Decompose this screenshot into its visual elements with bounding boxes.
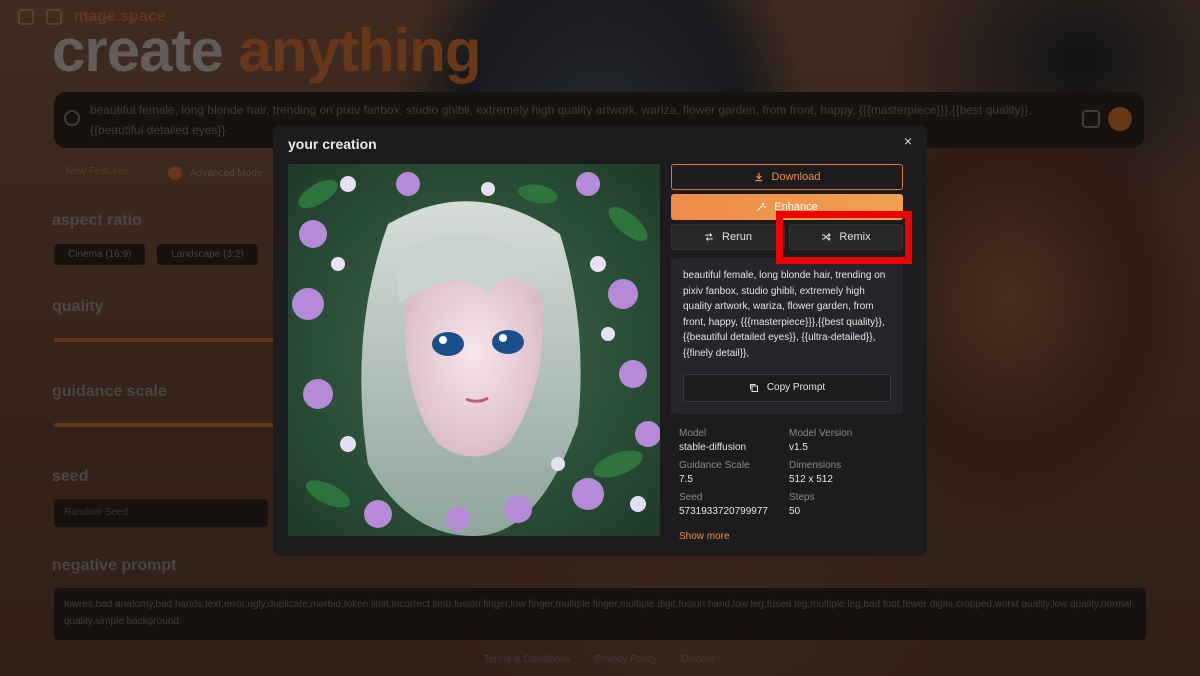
remix-button[interactable]: Remix: [789, 224, 903, 250]
download-label: Download: [771, 171, 821, 183]
prompt-text: beautiful female, long blonde hair, tren…: [683, 270, 886, 359]
remix-label: Remix: [839, 231, 871, 243]
meta-model-version: Model Version v1.5: [789, 428, 899, 453]
copy-icon: [749, 383, 758, 392]
meta-dimensions: Dimensions 512 x 512: [789, 460, 899, 485]
generation-metadata: Model stable-diffusion Model Version v1.5 …: [671, 428, 903, 517]
repeat-icon: [705, 233, 713, 241]
close-icon[interactable]: ×: [901, 134, 915, 148]
copy-prompt-button[interactable]: Copy Prompt: [683, 373, 891, 402]
prompt-box: beautiful female, long blonde hair, tren…: [671, 258, 903, 414]
meta-label: Guidance Scale: [679, 459, 750, 471]
meta-model: Model stable-diffusion: [679, 428, 789, 453]
meta-steps: Steps 50: [789, 492, 899, 517]
download-icon: [755, 173, 763, 182]
meta-label: Dimensions: [789, 459, 842, 471]
meta-label: Steps: [789, 491, 815, 503]
meta-seed: Seed 5731933720799977: [679, 492, 789, 517]
magic-wand-icon: [757, 203, 766, 211]
generated-image: [288, 164, 660, 536]
meta-label: Model: [679, 427, 707, 439]
enhance-label: Enhance: [774, 201, 818, 213]
meta-guidance-scale: Guidance Scale 7.5: [679, 460, 789, 485]
show-more-link[interactable]: Show more: [671, 531, 903, 542]
creation-modal: your creation × Download Enhance Rerun R…: [273, 126, 927, 556]
meta-value: 5731933720799977: [679, 505, 768, 517]
meta-label: Model Version: [789, 427, 853, 439]
rerun-remix-row: Rerun Remix: [671, 224, 903, 250]
meta-value: v1.5: [789, 441, 808, 453]
copy-prompt-label: Copy Prompt: [766, 381, 826, 393]
rerun-label: Rerun: [722, 231, 752, 243]
rerun-button[interactable]: Rerun: [671, 224, 785, 250]
meta-label: Seed: [679, 491, 703, 503]
meta-value: 50: [789, 505, 801, 517]
modal-title: your creation: [288, 136, 377, 152]
meta-value: stable-diffusion: [679, 441, 747, 453]
meta-value: 512 x 512: [789, 473, 833, 485]
enhance-button[interactable]: Enhance: [671, 194, 903, 220]
download-button[interactable]: Download: [671, 164, 903, 190]
creation-panel: Download Enhance Rerun Remix beautiful f…: [671, 164, 903, 542]
shuffle-icon: [822, 233, 832, 241]
meta-value: 7.5: [679, 473, 693, 485]
